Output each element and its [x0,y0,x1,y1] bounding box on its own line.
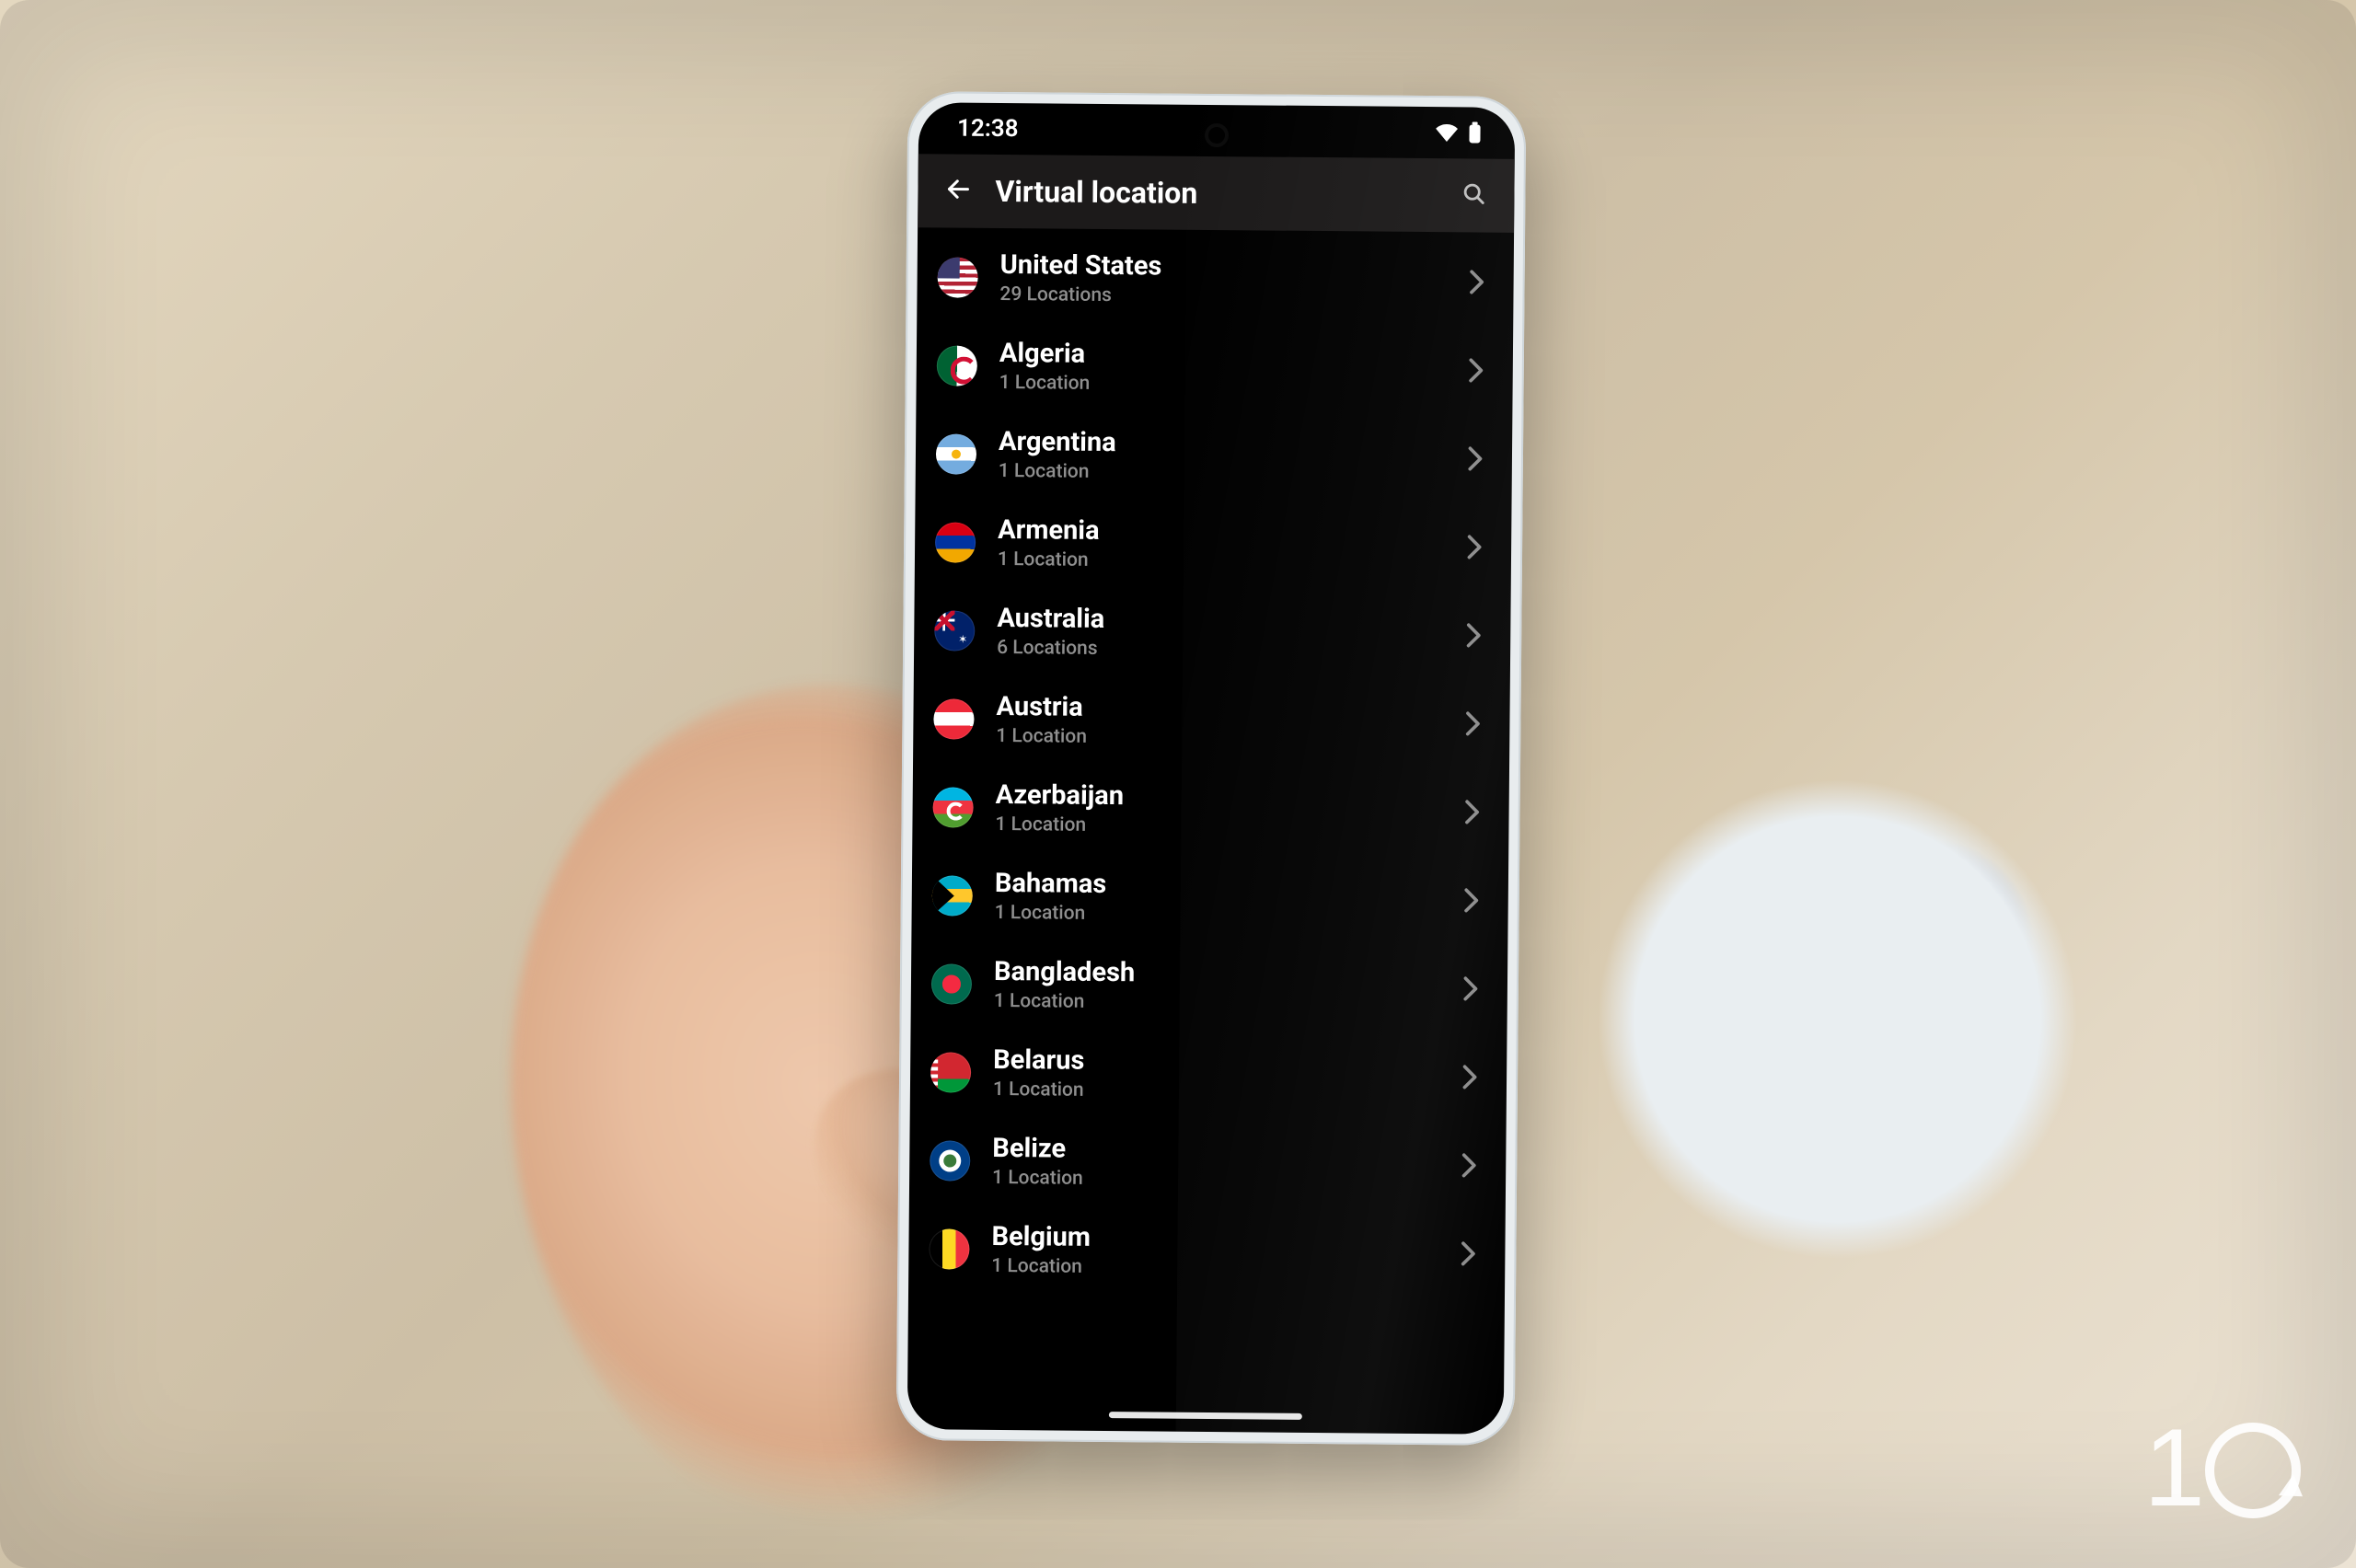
location-row[interactable]: Argentina1 Location [916,409,1513,503]
flag-icon [932,875,973,916]
flag-icon [935,522,976,562]
row-subtitle: 1 Location [999,460,1462,486]
flag-icon [933,698,974,739]
chevron-right-icon [1459,799,1484,824]
chevron-right-icon [1456,1152,1482,1178]
watermark: 1 [2143,1404,2301,1531]
location-row[interactable]: Algeria1 Location [916,321,1513,415]
row-title: Belarus [993,1045,1457,1080]
status-time: 12:38 [957,115,1019,144]
arrow-left-icon [944,175,972,206]
watermark-zero-icon [2205,1423,2301,1518]
row-title: Austria [996,692,1460,727]
back-button[interactable] [938,170,978,211]
location-row[interactable]: Belize1 Location [909,1116,1507,1210]
location-row[interactable]: Azerbaijan1 Location [912,763,1509,857]
location-row[interactable]: Austria1 Location [913,674,1510,768]
row-subtitle: 1 Location [994,990,1458,1016]
row-text: Azerbaijan1 Location [995,780,1459,839]
chevron-right-icon [1464,269,1490,294]
watermark-one: 1 [2143,1404,2200,1531]
battery-icon [1468,121,1482,144]
row-text: Belarus1 Location [993,1045,1457,1104]
camera-punchhole [1208,127,1225,144]
row-subtitle: 1 Location [995,902,1459,928]
search-icon [1461,180,1486,210]
row-text: Algeria1 Location [999,339,1463,398]
row-title: Azerbaijan [996,780,1460,815]
row-title: Belize [992,1134,1456,1169]
row-subtitle: 6 Locations [997,637,1461,663]
row-title: Algeria [999,339,1463,374]
flag-icon [930,1140,970,1181]
flag-icon [932,787,973,827]
flag-icon [931,963,972,1004]
row-subtitle: 29 Locations [999,283,1463,309]
app-header: Virtual location [918,154,1515,233]
location-row[interactable]: United States29 Locations [917,233,1514,327]
page-title: Virtual location [995,174,1437,213]
location-row[interactable]: Belarus1 Location [910,1028,1507,1122]
row-subtitle: 1 Location [996,725,1460,751]
phone-screen: 12:38 [907,102,1516,1435]
chevron-right-icon [1458,975,1484,1001]
chevron-right-icon [1461,622,1486,648]
row-text: Bangladesh1 Location [994,957,1458,1016]
flag-icon [937,257,977,297]
location-row[interactable]: Bangladesh1 Location [911,940,1508,1033]
search-button[interactable] [1453,175,1494,215]
row-subtitle: 1 Location [991,1255,1455,1281]
row-title: Bangladesh [994,957,1458,992]
row-text: Bahamas1 Location [995,869,1459,928]
photo-frame: 12:38 [0,0,2356,1568]
row-title: Belgium [991,1222,1455,1257]
flag-icon [936,433,976,474]
row-text: Armenia1 Location [998,515,1461,574]
row-title: Argentina [999,427,1462,462]
flag-icon [929,1228,969,1269]
chevron-right-icon [1461,534,1487,559]
row-text: Belgium1 Location [991,1222,1455,1281]
chevron-right-icon [1462,445,1488,471]
row-subtitle: 1 Location [993,1078,1457,1104]
row-subtitle: 1 Location [999,372,1463,398]
row-title: Australia [997,604,1461,639]
chevron-right-icon [1455,1240,1481,1266]
chevron-right-icon [1459,887,1484,913]
row-text: Argentina1 Location [999,427,1462,486]
row-text: Australia6 Locations [997,604,1461,663]
flag-icon [930,1052,971,1092]
row-title: Armenia [998,515,1461,550]
status-right [1435,121,1482,144]
row-title: United States [1000,250,1464,285]
location-row[interactable]: Bahamas1 Location [911,851,1508,945]
wifi-icon [1435,123,1459,142]
row-text: Belize1 Location [992,1134,1456,1193]
row-title: Bahamas [995,869,1459,904]
location-row[interactable]: Armenia1 Location [915,498,1512,592]
chevron-right-icon [1463,357,1489,383]
location-row[interactable]: Belgium1 Location [908,1205,1506,1298]
row-subtitle: 1 Location [995,813,1459,839]
row-text: Austria1 Location [996,692,1460,751]
chevron-right-icon [1457,1064,1483,1090]
flag-icon [937,345,977,386]
phone-device: 12:38 [896,91,1527,1446]
chevron-right-icon [1460,710,1485,736]
row-subtitle: 1 Location [992,1167,1456,1193]
location-row[interactable]: Australia6 Locations [914,586,1511,680]
location-list[interactable]: United States29 LocationsAlgeria1 Locati… [907,227,1514,1435]
row-subtitle: 1 Location [998,548,1461,574]
row-text: United States29 Locations [999,250,1463,309]
flag-icon [934,610,975,651]
